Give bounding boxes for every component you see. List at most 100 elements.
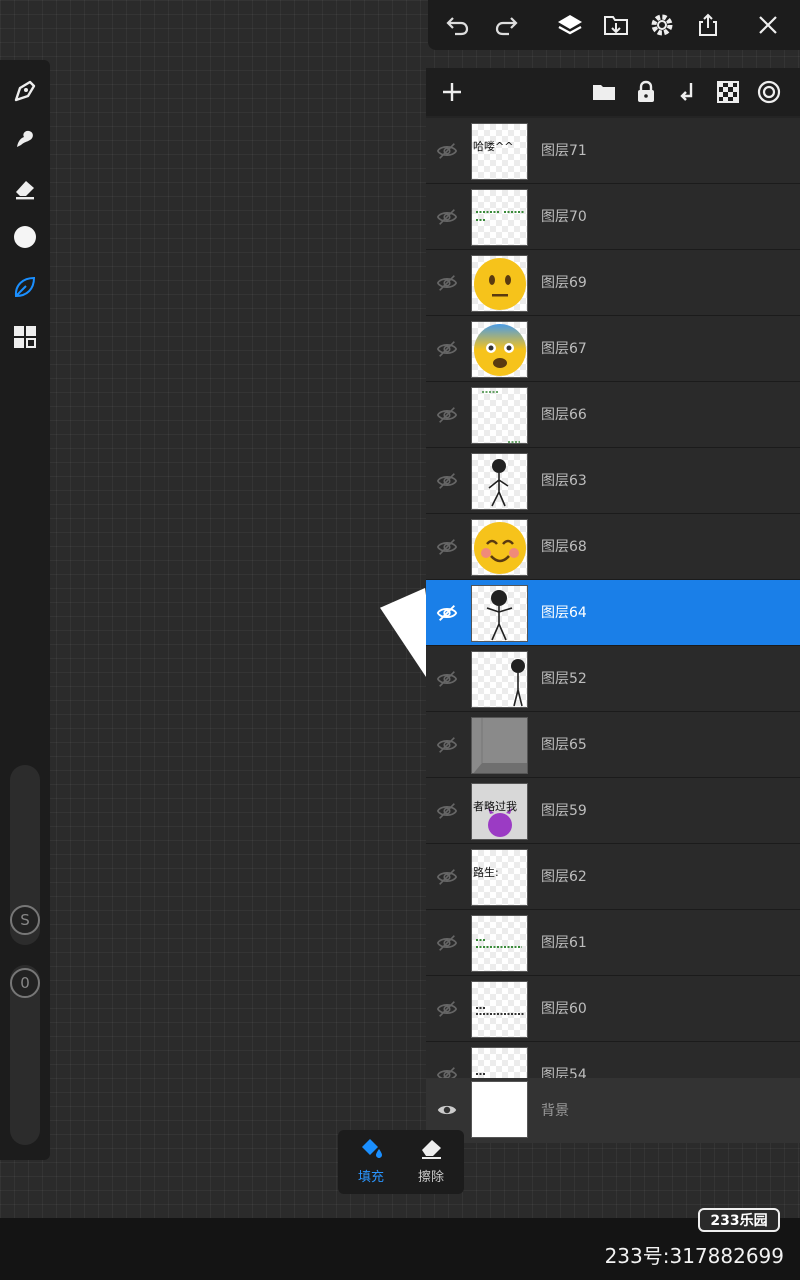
- color-circle-icon[interactable]: [8, 220, 42, 254]
- background-layer-row[interactable]: 背景: [426, 1078, 800, 1143]
- undo-icon[interactable]: [442, 9, 474, 41]
- grid-panel-icon[interactable]: [8, 320, 42, 354]
- layer-thumbnail: [471, 651, 528, 708]
- leaf-brush-icon[interactable]: [8, 270, 42, 304]
- layer-thumbnail: [471, 519, 528, 576]
- eye-hidden-icon[interactable]: [432, 598, 462, 628]
- layer-row[interactable]: 哈喽^^ 图层71: [426, 118, 800, 184]
- thumbnail-text: 哈喽^^: [473, 140, 514, 153]
- layer-list[interactable]: 哈喽^^ 图层71 图层70 图层69 图层67 图层66 图层63 图层68 图层64 图层52…: [426, 118, 800, 1078]
- eraser-icon[interactable]: [8, 172, 42, 206]
- layer-thumbnail: [471, 453, 528, 510]
- opacity-slider-label: 0: [20, 974, 30, 992]
- layer-row[interactable]: 图层67: [426, 316, 800, 382]
- erase-label: 擦除: [417, 1170, 444, 1185]
- layer-row[interactable]: 图层65: [426, 712, 800, 778]
- watermark-text: 233号:317882699: [604, 1244, 784, 1268]
- layer-row[interactable]: 图层64: [426, 580, 800, 646]
- layer-thumbnail: [471, 387, 528, 444]
- layer-thumbnail: 路生:: [471, 849, 528, 906]
- layer-panel: 哈喽^^ 图层71 图层70 图层69 图层67 图层66 图层63 图层68 图层64 图层52…: [426, 68, 800, 1143]
- eye-hidden-icon[interactable]: [432, 400, 462, 430]
- layer-row[interactable]: 图层66: [426, 382, 800, 448]
- eye-hidden-icon[interactable]: [432, 136, 462, 166]
- opacity-knob[interactable]: 0: [10, 968, 40, 998]
- layers-icon[interactable]: [554, 9, 586, 41]
- layer-thumbnail: [471, 717, 528, 774]
- close-icon[interactable]: [752, 9, 784, 41]
- eye-hidden-icon[interactable]: [432, 928, 462, 958]
- checker-icon[interactable]: [712, 76, 744, 108]
- layer-name: 图层68: [541, 539, 587, 555]
- layer-name: 图层64: [541, 605, 587, 621]
- layer-name: 图层63: [541, 473, 587, 489]
- thumbnail-text: 者略过我: [473, 800, 517, 813]
- layer-name: 图层71: [541, 143, 587, 159]
- layer-thumbnail: [471, 321, 528, 378]
- layer-thumbnail: 哈喽^^: [471, 123, 528, 180]
- layer-name: 图层67: [541, 341, 587, 357]
- layer-thumbnail: [471, 981, 528, 1038]
- settings-icon[interactable]: [646, 9, 678, 41]
- folder-icon[interactable]: [588, 76, 620, 108]
- layer-name: 图层70: [541, 209, 587, 225]
- layer-name: 图层60: [541, 1001, 587, 1017]
- layer-thumbnail: [471, 189, 528, 246]
- merge-down-icon[interactable]: [671, 76, 703, 108]
- share-icon[interactable]: [692, 9, 724, 41]
- eye-hidden-icon[interactable]: [432, 862, 462, 892]
- eye-hidden-icon[interactable]: [432, 202, 462, 232]
- eye-hidden-icon[interactable]: [432, 532, 462, 562]
- eye-hidden-icon[interactable]: [432, 268, 462, 298]
- layer-row[interactable]: 图层69: [426, 250, 800, 316]
- layer-name: 图层69: [541, 275, 587, 291]
- layer-thumbnail: 者略过我: [471, 783, 528, 840]
- eye-hidden-icon[interactable]: [432, 796, 462, 826]
- layer-row[interactable]: 图层60: [426, 976, 800, 1042]
- size-slider-label: S: [20, 911, 30, 929]
- layer-name: 图层52: [541, 671, 587, 687]
- layer-row[interactable]: 图层54: [426, 1042, 800, 1078]
- eye-hidden-icon[interactable]: [432, 1060, 462, 1078]
- layer-row[interactable]: 图层63: [426, 448, 800, 514]
- redo-icon[interactable]: [490, 9, 522, 41]
- eye-hidden-icon[interactable]: [432, 994, 462, 1024]
- layer-thumbnail: [471, 585, 528, 642]
- layer-thumbnail: [471, 915, 528, 972]
- top-toolbar: [428, 0, 800, 50]
- layer-thumbnail: [471, 255, 528, 312]
- lock-icon[interactable]: [630, 76, 662, 108]
- watermark-logo: 233乐园: [698, 1208, 780, 1232]
- eye-hidden-icon[interactable]: [432, 334, 462, 364]
- layer-row[interactable]: 路生: 图层62: [426, 844, 800, 910]
- layer-row[interactable]: 图层70: [426, 184, 800, 250]
- layer-name: 图层54: [541, 1067, 587, 1078]
- eye-visible-icon[interactable]: [432, 1095, 462, 1125]
- layer-row[interactable]: 图层61: [426, 910, 800, 976]
- add-layer-icon[interactable]: [436, 76, 468, 108]
- layer-name: 图层65: [541, 737, 587, 753]
- import-icon[interactable]: [600, 9, 632, 41]
- layer-row[interactable]: 图层52: [426, 646, 800, 712]
- layer-thumbnail: [471, 1047, 528, 1078]
- left-toolbar: S 0: [0, 60, 50, 1160]
- eye-hidden-icon[interactable]: [432, 466, 462, 496]
- target-icon[interactable]: [753, 76, 785, 108]
- fill-label: 填充: [357, 1170, 384, 1185]
- layer-row[interactable]: 图层68: [426, 514, 800, 580]
- pen-icon[interactable]: [8, 74, 42, 108]
- smudge-icon[interactable]: [8, 122, 42, 156]
- layer-name: 图层59: [541, 803, 587, 819]
- layer-panel-header: [426, 68, 800, 116]
- brush-size-knob[interactable]: S: [10, 905, 40, 935]
- layer-name: 图层62: [541, 869, 587, 885]
- fill-button[interactable]: 填充: [346, 1136, 396, 1190]
- layer-name: 图层61: [541, 935, 587, 951]
- layer-row[interactable]: 者略过我 图层59: [426, 778, 800, 844]
- erase-button[interactable]: 擦除: [406, 1136, 456, 1190]
- layer-name: 图层66: [541, 407, 587, 423]
- eye-hidden-icon[interactable]: [432, 730, 462, 760]
- layer-name: 背景: [541, 1103, 569, 1119]
- fill-tool-panel: 填充 擦除: [338, 1130, 464, 1194]
- eye-hidden-icon[interactable]: [432, 664, 462, 694]
